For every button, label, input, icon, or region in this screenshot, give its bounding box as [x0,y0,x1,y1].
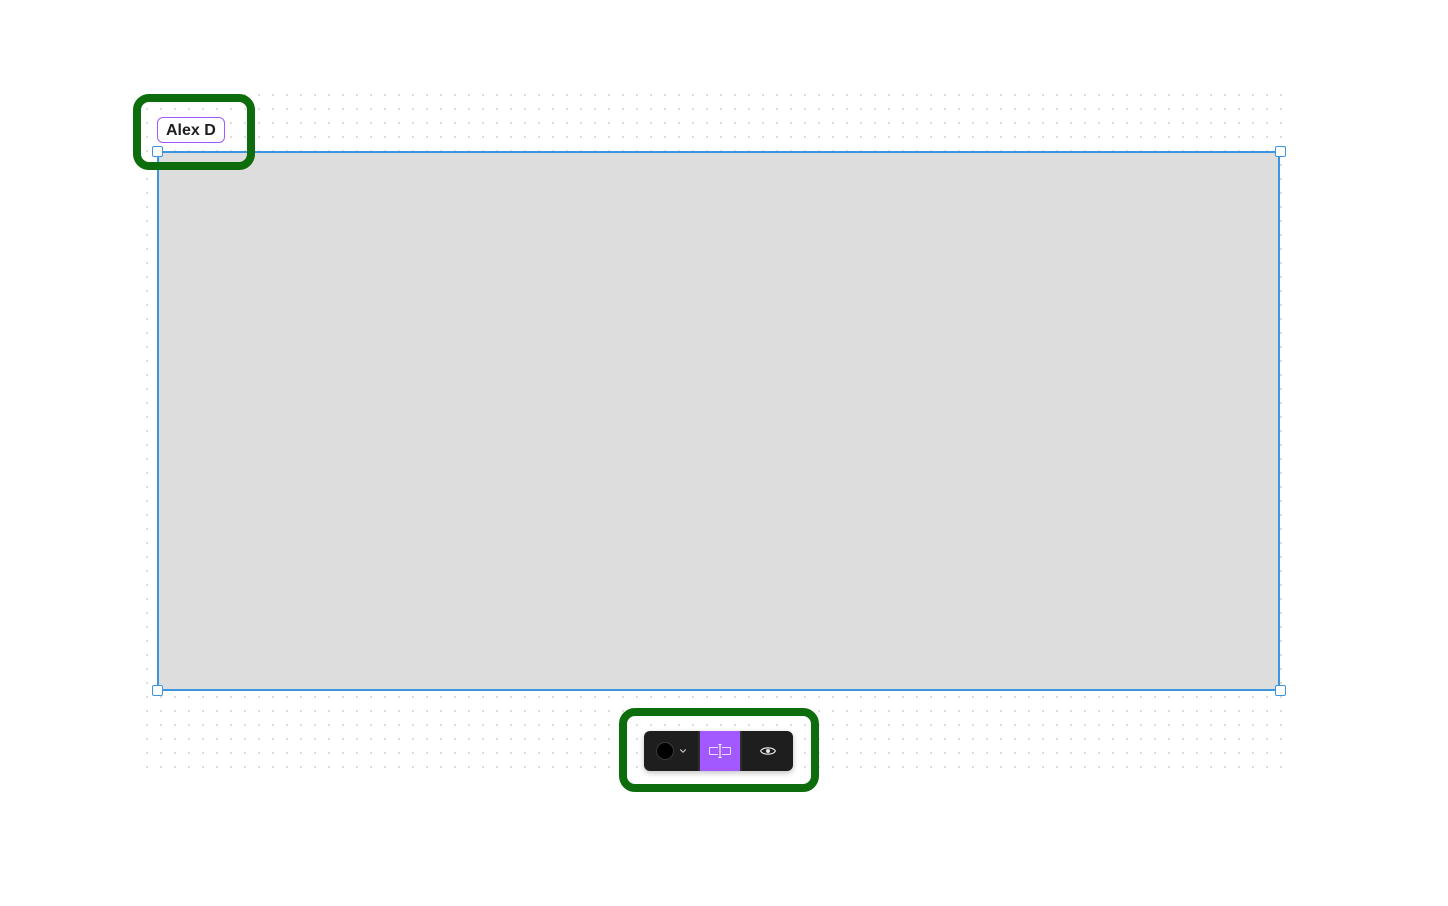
fill-color-picker-button[interactable] [644,731,698,771]
resize-handle-top-right[interactable] [1275,146,1286,157]
resize-handle-top-left[interactable] [152,146,163,157]
frame-name-label[interactable]: Alex D [157,117,225,143]
frame-context-toolbar [644,731,793,771]
selected-frame[interactable] [157,151,1280,691]
toggle-visibility-button[interactable] [742,731,793,771]
design-canvas[interactable]: Alex D [0,0,1448,906]
color-swatch-icon [655,742,674,760]
resize-to-fit-icon [709,743,731,759]
resize-handle-bottom-left[interactable] [152,685,163,696]
eye-icon [759,747,776,755]
chevron-down-icon [679,749,686,753]
resize-handle-bottom-right[interactable] [1275,685,1286,696]
resize-to-fit-button[interactable] [700,731,740,771]
